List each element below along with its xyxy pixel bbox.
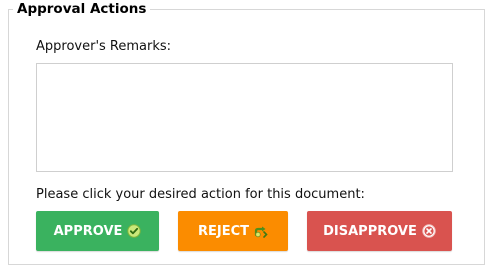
- check-circle-icon: [127, 224, 142, 238]
- approver-remarks-textarea[interactable]: [36, 63, 453, 172]
- approve-button[interactable]: APPROVE: [36, 211, 159, 251]
- disapprove-button[interactable]: DISAPPROVE: [307, 211, 452, 251]
- x-circle-icon: [422, 224, 436, 238]
- disapprove-button-label: DISAPPROVE: [323, 223, 417, 239]
- reject-button[interactable]: REJECT: [178, 211, 288, 251]
- approval-actions-legend: Approval Actions: [13, 0, 151, 18]
- approve-button-label: APPROVE: [53, 223, 123, 239]
- return-arrows-icon: [254, 224, 268, 238]
- approver-remarks-label: Approver's Remarks:: [36, 39, 172, 54]
- action-prompt-text: Please click your desired action for thi…: [36, 187, 365, 202]
- reject-button-label: REJECT: [197, 223, 250, 239]
